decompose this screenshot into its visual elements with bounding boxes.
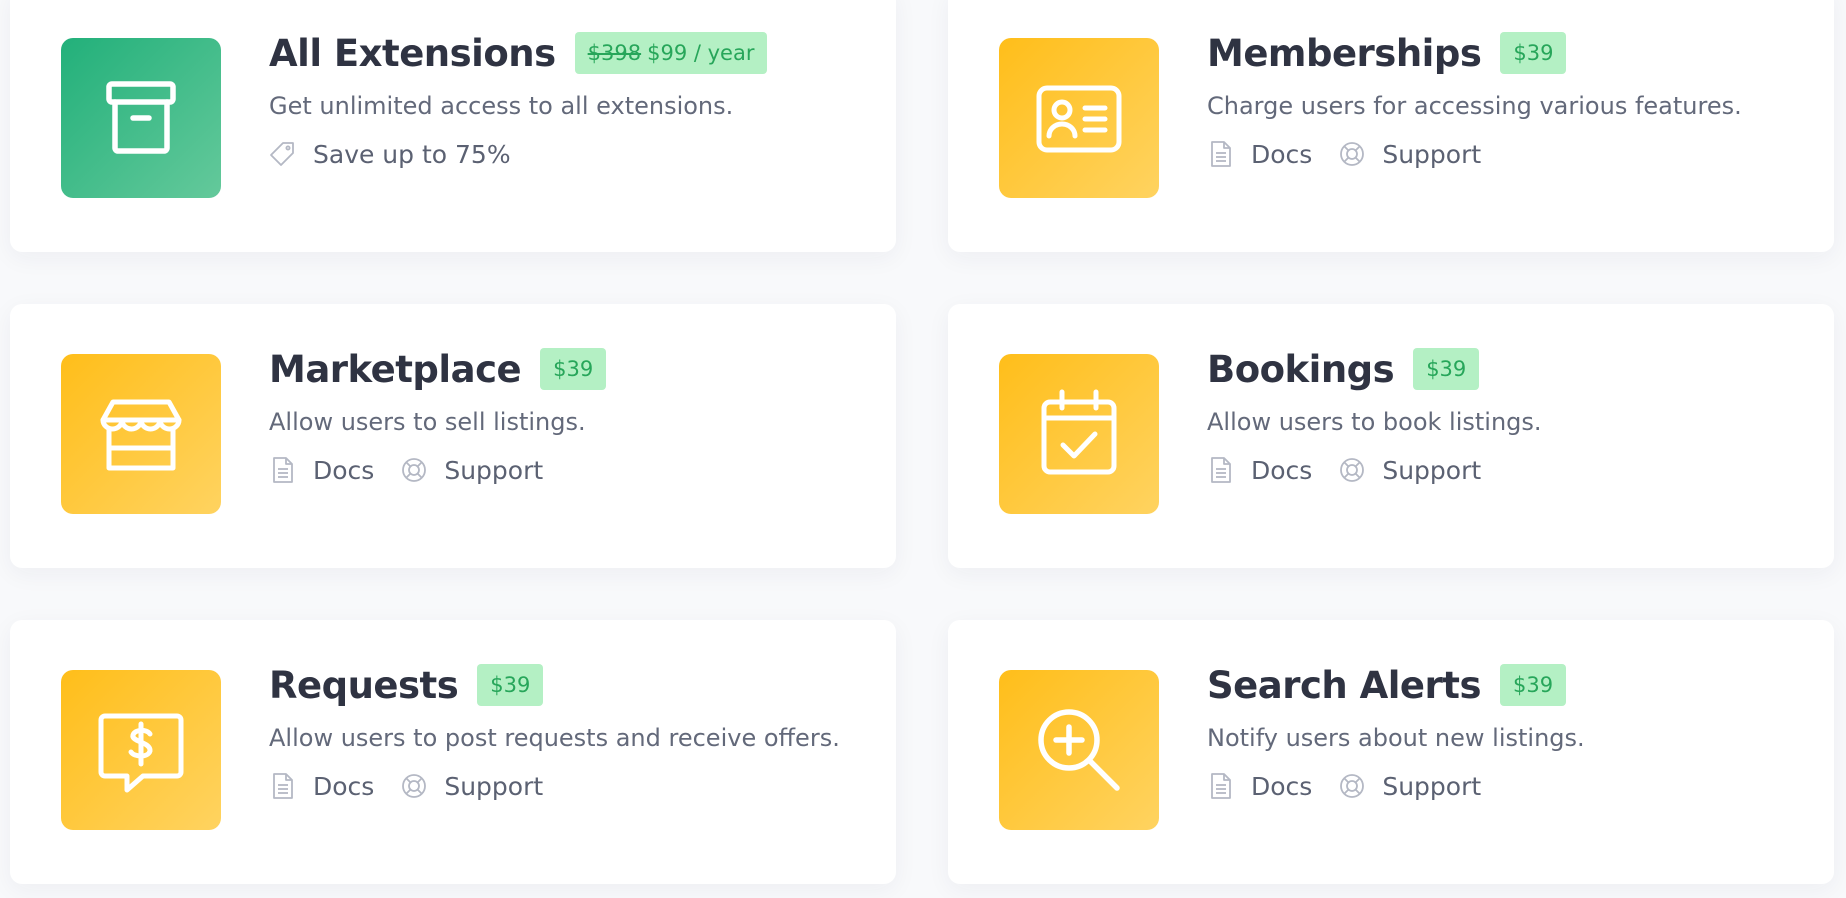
docs-link[interactable]: Docs	[269, 771, 374, 801]
support-link[interactable]: Support	[1338, 771, 1481, 801]
current-price: $99 / year	[647, 41, 755, 65]
extension-icon-tile	[61, 670, 221, 830]
extension-card-search-alerts[interactable]: Search Alerts $39 Notify users about new…	[948, 620, 1834, 884]
zoom-plus-icon	[1038, 709, 1120, 791]
extension-title[interactable]: Search Alerts	[1207, 664, 1481, 707]
extension-title[interactable]: Requests	[269, 664, 459, 707]
id-card-icon	[1036, 85, 1122, 153]
docs-link[interactable]: Docs	[1207, 771, 1312, 801]
docs-link[interactable]: Docs	[269, 455, 374, 485]
lifebuoy-icon	[402, 458, 427, 482]
support-label: Support	[444, 455, 544, 485]
extension-description: Notify users about new listings.	[1207, 724, 1585, 752]
save-note: Save up to 75%	[269, 139, 511, 169]
extension-description: Allow users to post requests and receive…	[269, 724, 840, 752]
lifebuoy-icon	[1340, 142, 1365, 166]
extension-icon-tile	[999, 354, 1159, 514]
document-icon	[1211, 141, 1231, 167]
extension-description: Allow users to sell listings.	[269, 408, 586, 436]
extension-title[interactable]: Marketplace	[269, 348, 522, 391]
support-label: Support	[1382, 139, 1482, 169]
extension-title[interactable]: Memberships	[1207, 32, 1482, 75]
save-text: Save up to 75%	[313, 139, 511, 169]
extension-icon-tile	[61, 354, 221, 514]
document-icon	[1211, 773, 1231, 799]
storefront-icon	[100, 399, 182, 471]
extension-description: Get unlimited access to all extensions.	[269, 92, 734, 120]
price-badge: $39	[1499, 664, 1567, 706]
docs-link[interactable]: Docs	[1207, 139, 1312, 169]
extension-description: Charge users for accessing various featu…	[1207, 92, 1742, 120]
docs-label: Docs	[1251, 455, 1313, 485]
price-badge: $39	[1500, 32, 1567, 74]
extension-card-bookings[interactable]: Bookings $39 Allow users to book listing…	[948, 304, 1834, 568]
docs-link[interactable]: Docs	[1207, 455, 1312, 485]
price-badge: $39	[540, 348, 607, 390]
support-link[interactable]: Support	[1338, 139, 1481, 169]
docs-label: Docs	[1251, 139, 1313, 169]
extension-icon-tile	[999, 38, 1159, 198]
price-badge: $39	[477, 664, 544, 706]
lifebuoy-icon	[1340, 458, 1365, 482]
support-label: Support	[444, 771, 544, 801]
document-icon	[1211, 457, 1231, 483]
price-tag-icon	[270, 142, 294, 166]
lifebuoy-icon	[1340, 774, 1365, 798]
docs-label: Docs	[1251, 771, 1313, 801]
extension-title[interactable]: Bookings	[1207, 348, 1395, 391]
extension-card-memberships[interactable]: Memberships $39 Charge users for accessi…	[948, 0, 1834, 252]
support-label: Support	[1382, 771, 1482, 801]
support-link[interactable]: Support	[400, 455, 543, 485]
extensions-grid: All Extensions $398 $99 / year Get unlimi…	[0, 0, 1846, 898]
lifebuoy-icon	[402, 774, 427, 798]
extension-card-all-extensions[interactable]: All Extensions $398 $99 / year Get unlimi…	[10, 0, 896, 252]
support-label: Support	[1382, 455, 1482, 485]
extension-description: Allow users to book listings.	[1207, 408, 1542, 436]
price-badge: $39	[1413, 348, 1480, 390]
document-icon	[273, 457, 293, 483]
extension-card-marketplace[interactable]: Marketplace $39 Allow users to sell list…	[10, 304, 896, 568]
archive-box-icon	[106, 81, 176, 154]
calendar-check-icon	[1041, 389, 1117, 475]
extension-card-requests[interactable]: Requests $39 Allow users to post request…	[10, 620, 896, 884]
extension-icon-tile	[61, 38, 221, 198]
support-link[interactable]: Support	[1338, 455, 1481, 485]
docs-label: Docs	[313, 455, 375, 485]
old-price: $398	[587, 41, 642, 65]
docs-label: Docs	[313, 771, 375, 801]
chat-dollar-icon	[98, 713, 184, 793]
document-icon	[273, 773, 293, 799]
price-badge: $398 $99 / year	[574, 32, 768, 74]
extension-icon-tile	[999, 670, 1159, 830]
extension-title[interactable]: All Extensions	[269, 32, 556, 75]
support-link[interactable]: Support	[400, 771, 543, 801]
